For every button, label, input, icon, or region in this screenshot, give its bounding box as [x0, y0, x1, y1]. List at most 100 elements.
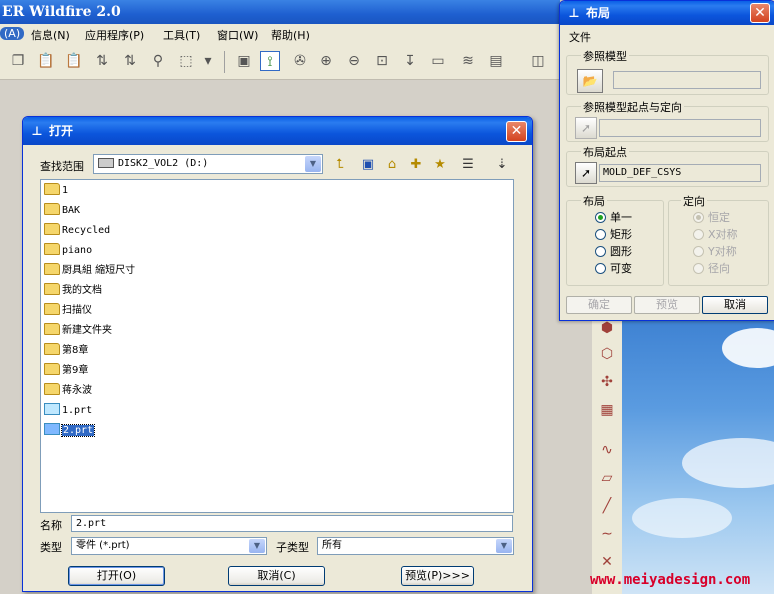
ok-button[interactable]: 确定	[566, 296, 632, 314]
parting-surface-icon[interactable]: ⬡	[597, 344, 617, 364]
list-item[interactable]: piano	[44, 242, 92, 260]
ref-origin-field[interactable]	[599, 119, 761, 137]
radio-indicator	[595, 262, 606, 274]
layout-panel-title-bar[interactable]: ⊥ 布局 ✕	[560, 1, 774, 25]
refit-icon[interactable]: ⊡	[372, 51, 392, 71]
list-item[interactable]: 蒋永波	[44, 382, 92, 400]
menu-item-info[interactable]: 信息(N)	[31, 27, 70, 43]
chevron-down-icon[interactable]: ▼	[249, 539, 265, 553]
datum-point-icon[interactable]: ✕	[597, 552, 617, 572]
cancel-button[interactable]: 取消	[702, 296, 768, 314]
new-folder-icon[interactable]: ✚	[407, 156, 425, 174]
favorite-folder-icon[interactable]: ★	[431, 156, 449, 174]
sketch-icon[interactable]: ∿	[597, 440, 617, 460]
layout-type-label: 布局	[581, 193, 607, 209]
zoom-in-icon[interactable]: ⊕	[316, 51, 336, 71]
layout-origin-field[interactable]: MOLD_DEF_CSYS	[599, 164, 761, 182]
cancel-button[interactable]: 取消(C)	[228, 566, 325, 586]
radio-circle[interactable]: 圆形	[595, 245, 632, 259]
view-manager-icon[interactable]: ▤	[486, 51, 506, 71]
spin-center-icon[interactable]: ⟟	[260, 51, 280, 71]
menu-item-a[interactable]: (A)	[0, 27, 25, 40]
radio-single[interactable]: 单一	[595, 211, 632, 225]
list-item[interactable]: BAK	[44, 202, 80, 220]
zoom-out-icon[interactable]: ⊖	[344, 51, 364, 71]
up-folder-icon[interactable]: ⮤	[331, 156, 349, 174]
mold-volume-icon[interactable]: ⬢	[597, 318, 617, 338]
reorient-icon[interactable]: ↧	[400, 51, 420, 71]
look-in-combo[interactable]: DISK2_VOL2 (D:) ▼	[93, 154, 323, 174]
file-list[interactable]: 1 BAK Recycled piano 厨具組 縮短尺寸 我的文档 扫描仪 新…	[40, 179, 514, 513]
radio-constant[interactable]: 恒定	[693, 211, 730, 225]
type-select[interactable]: 零件 (*.prt) ▼	[71, 537, 267, 555]
layers-icon[interactable]: ≋	[458, 51, 478, 71]
close-icon[interactable]: ✕	[506, 121, 527, 142]
list-item-selected[interactable]: 2.prt	[44, 422, 96, 440]
list-item[interactable]: 第8章	[44, 342, 88, 360]
paste-special-icon[interactable]: 📋	[64, 51, 84, 71]
list-item[interactable]: 新建文件夹	[44, 322, 112, 340]
toolbar-separator	[224, 51, 225, 73]
list-item[interactable]: 1	[44, 182, 68, 200]
subtype-select[interactable]: 所有 ▼	[317, 537, 514, 555]
ref-origin-group: 参照模型起点与定向 ➚	[566, 99, 769, 142]
chevron-down-icon[interactable]: ▼	[305, 156, 321, 172]
close-icon[interactable]: ✕	[750, 3, 770, 23]
ref-origin-label: 参照模型起点与定向	[581, 99, 684, 115]
open-dialog-title-bar[interactable]: ⊥ 打开 ✕	[23, 117, 532, 145]
preview-button[interactable]: 预览	[634, 296, 700, 314]
datum-axis-icon[interactable]: ╱	[597, 496, 617, 516]
chevron-down-icon[interactable]: ▼	[496, 539, 512, 553]
radio-radial[interactable]: 径向	[693, 262, 730, 276]
split-icon[interactable]: ✣	[597, 372, 617, 392]
list-item[interactable]: 厨具組 縮短尺寸	[44, 262, 135, 280]
list-item[interactable]: 扫描仪	[44, 302, 92, 320]
layout-origin-label: 布局起点	[581, 144, 629, 160]
app-title-bar: ER Wildfire 2.0	[0, 0, 560, 24]
open-folder-icon[interactable]: 📂	[577, 69, 603, 93]
radio-indicator	[693, 245, 704, 257]
select-arrow-icon[interactable]: ➚	[575, 162, 597, 184]
part-file-icon	[44, 403, 60, 415]
sort-icon[interactable]: ⇣	[493, 156, 511, 174]
name-input[interactable]: 2.prt	[71, 515, 513, 532]
saved-views-icon[interactable]: ▭	[428, 51, 448, 71]
repaint-icon[interactable]: ▣	[234, 51, 254, 71]
list-item[interactable]: 我的文档	[44, 282, 102, 300]
open-button[interactable]: 打开(O)	[68, 566, 165, 586]
regenerate-icon[interactable]: ⇅	[92, 51, 112, 71]
subtype-value: 所有	[322, 540, 342, 551]
radio-indicator	[595, 245, 606, 257]
find-icon[interactable]: ⚲	[148, 51, 168, 71]
folder-icon	[44, 203, 60, 215]
cube-icon[interactable]: ◫	[528, 51, 548, 71]
view-list-icon[interactable]: ☰	[459, 156, 477, 174]
radio-rectangle[interactable]: 矩形	[595, 228, 632, 242]
paste-icon[interactable]: 📋	[36, 51, 56, 71]
list-item[interactable]: Recycled	[44, 222, 110, 240]
list-item[interactable]: 1.prt	[44, 402, 92, 420]
type-value: 零件 (*.prt)	[76, 540, 130, 551]
mold-open-icon[interactable]: ▦	[597, 400, 617, 420]
ref-model-field[interactable]	[613, 71, 761, 89]
datum-plane-icon[interactable]: ▱	[597, 468, 617, 488]
radio-y-symmetric[interactable]: Y对称	[693, 245, 737, 259]
menu-item-tools[interactable]: 工具(T)	[163, 27, 200, 43]
chevron-down-icon[interactable]: ▾	[198, 51, 218, 71]
regenerate-manager-icon[interactable]: ⇅	[120, 51, 140, 71]
menu-item-window[interactable]: 窗口(W)	[217, 27, 258, 43]
menu-item-help[interactable]: 帮助(H)	[271, 27, 310, 43]
desktop-icon[interactable]: ▣	[359, 156, 377, 174]
orient-mode-icon[interactable]: ✇	[290, 51, 310, 71]
datum-curve-icon[interactable]: ∼	[597, 524, 617, 544]
select-arrow-icon[interactable]: ➚	[575, 117, 597, 139]
select-box-icon[interactable]: ⬚	[176, 51, 196, 71]
menu-item-applications[interactable]: 应用程序(P)	[85, 27, 144, 43]
radio-x-symmetric[interactable]: X对称	[693, 228, 738, 242]
list-item[interactable]: 第9章	[44, 362, 88, 380]
radio-variable[interactable]: 可变	[595, 262, 632, 276]
copy-icon[interactable]: ❐	[8, 51, 28, 71]
folder-icon	[44, 223, 60, 235]
preview-button[interactable]: 预览(P)>>>	[401, 566, 474, 586]
open-folder-icon[interactable]: ⌂	[383, 156, 401, 174]
